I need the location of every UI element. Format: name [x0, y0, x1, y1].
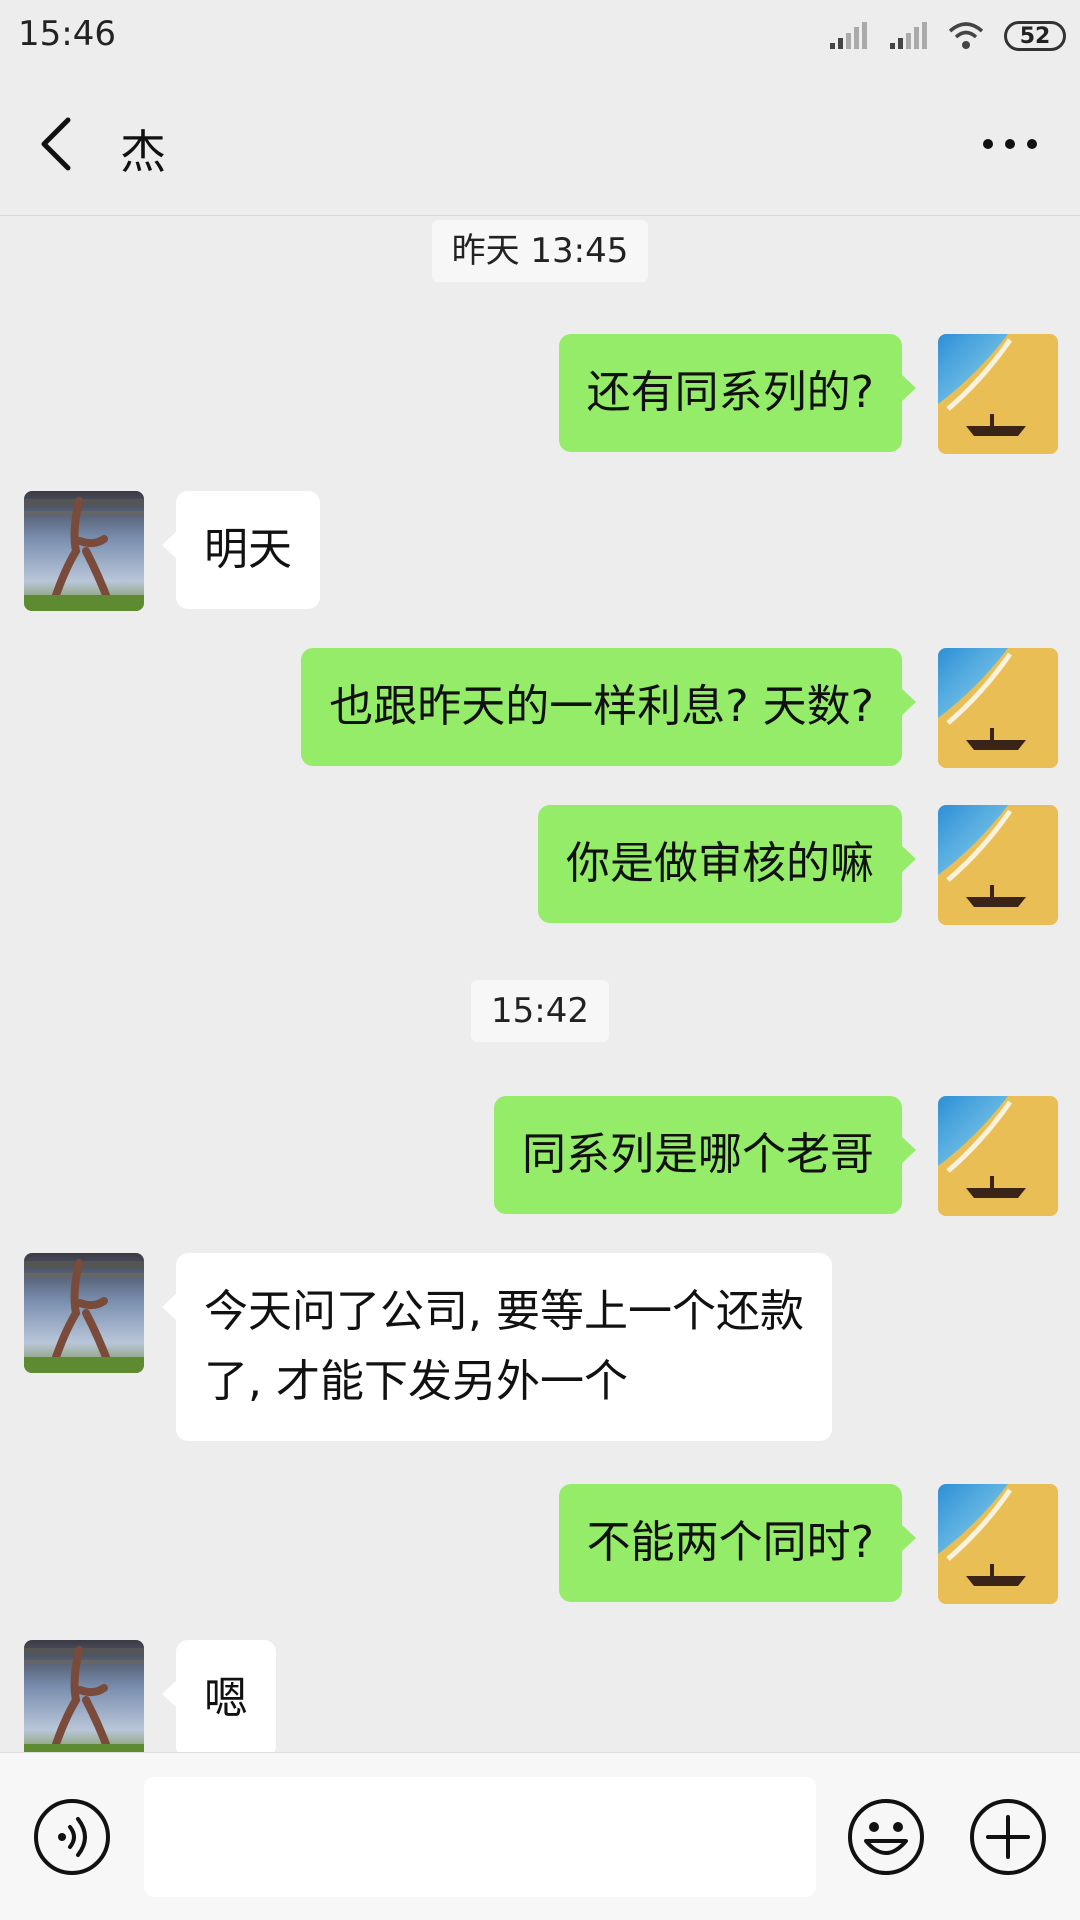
my-avatar[interactable]	[938, 334, 1058, 454]
back-arrow-icon[interactable]	[30, 112, 86, 176]
message-text: 还有同系列的?	[586, 367, 874, 418]
contact-avatar[interactable]	[24, 1253, 144, 1373]
message-text: 不能两个同时?	[586, 1517, 874, 1568]
timestamp: 昨天 13:45	[431, 220, 649, 282]
more-dots-icon[interactable]	[980, 122, 1040, 166]
my-avatar[interactable]	[938, 1484, 1058, 1604]
my-avatar[interactable]	[938, 805, 1058, 925]
message-bubble-received[interactable]: 嗯	[162, 1640, 276, 1752]
status-bar: 15:46 52	[0, 0, 1080, 72]
message-text: 也跟昨天的一样利息? 天数?	[329, 681, 874, 732]
message-bubble-received[interactable]: 今天问了公司, 要等上一个还款 了, 才能下发另外一个	[162, 1253, 832, 1441]
message-bubble-sent[interactable]: 同系列是哪个老哥	[494, 1096, 916, 1214]
signal-icon	[830, 22, 867, 49]
chat-title: 杰	[120, 125, 166, 179]
message-bubble-sent[interactable]: 不能两个同时?	[558, 1484, 917, 1602]
wifi-icon	[948, 22, 984, 49]
message-text: 嗯	[204, 1673, 248, 1724]
message-list[interactable]: 昨天 13:45 还有同系列的? 明天 也跟昨天的一样利息? 天数? 你是做审核…	[0, 216, 1080, 1752]
emoji-icon[interactable]	[846, 1797, 926, 1877]
contact-avatar[interactable]	[24, 1640, 144, 1752]
message-input[interactable]	[144, 1777, 816, 1897]
contact-avatar[interactable]	[24, 491, 144, 611]
signal-icon-2	[890, 22, 927, 49]
chat-header: 杰	[0, 72, 1080, 216]
message-bubble-sent[interactable]: 还有同系列的?	[558, 334, 917, 452]
status-time: 15:46	[18, 14, 116, 54]
message-text: 同系列是哪个老哥	[522, 1129, 874, 1180]
battery-indicator: 52	[1004, 21, 1066, 51]
my-avatar[interactable]	[938, 648, 1058, 768]
status-icons: 52	[828, 16, 1066, 56]
message-text: 今天问了公司, 要等上一个还款 了, 才能下发另外一个	[204, 1286, 804, 1407]
timestamp: 15:42	[471, 980, 609, 1042]
message-bubble-sent[interactable]: 你是做审核的嘛	[538, 805, 916, 923]
timestamp-item: 15:42	[0, 980, 1080, 1042]
plus-icon[interactable]	[968, 1797, 1048, 1877]
voice-icon[interactable]	[32, 1797, 112, 1877]
message-bubble-received[interactable]: 明天	[162, 491, 320, 609]
message-bubble-sent[interactable]: 也跟昨天的一样利息? 天数?	[301, 648, 916, 766]
message-text: 你是做审核的嘛	[566, 838, 874, 889]
message-text: 明天	[204, 524, 292, 575]
my-avatar[interactable]	[938, 1096, 1058, 1216]
timestamp-item: 昨天 13:45	[0, 220, 1080, 282]
input-bar	[0, 1752, 1080, 1920]
